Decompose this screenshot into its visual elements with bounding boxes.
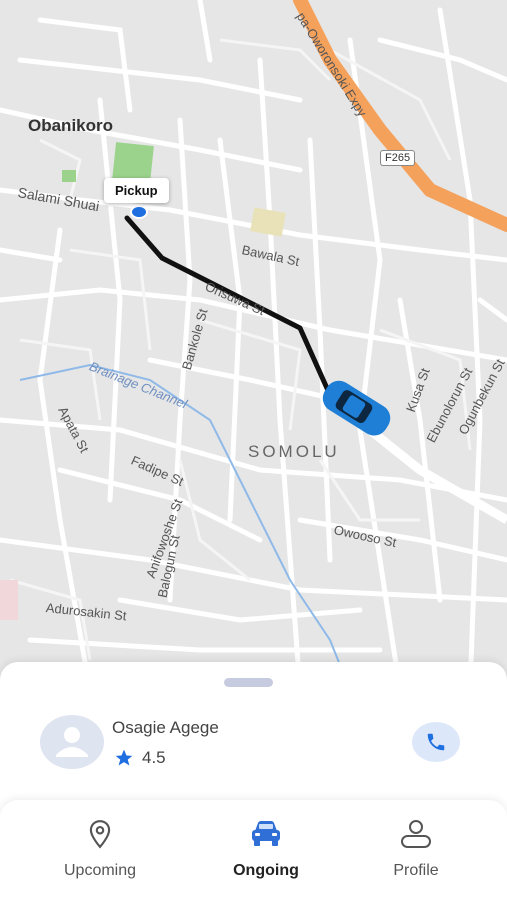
area-label-somolu: SOMOLU: [248, 442, 340, 461]
call-button[interactable]: [412, 722, 460, 762]
nav-label-profile: Profile: [393, 862, 439, 879]
nav-label-upcoming: Upcoming: [63, 862, 137, 879]
highway-badge: F265: [380, 150, 416, 166]
location-pin-icon: [89, 820, 111, 849]
nav-item-ongoing[interactable]: Ongoing: [196, 816, 336, 880]
nav-item-upcoming[interactable]: Upcoming: [30, 816, 170, 880]
map-view[interactable]: Obanikoro SOMOLU Pickup F265 pa-Oworonso…: [0, 0, 507, 690]
map-canvas: [0, 0, 507, 690]
user-icon: [401, 820, 431, 848]
star-icon: [115, 749, 133, 766]
area-label-obanikoro: Obanikoro: [28, 116, 114, 135]
nav-item-profile[interactable]: Profile: [346, 816, 486, 880]
user-avatar-icon: [40, 715, 104, 769]
pickup-marker-label[interactable]: Pickup: [104, 178, 169, 203]
bottom-nav: Upcoming Ongoing Profile: [0, 800, 507, 900]
nav-label-ongoing: Ongoing: [233, 862, 299, 879]
driver-name: Osagie Agege: [112, 718, 219, 737]
phone-icon: [427, 733, 445, 751]
car-icon: [252, 821, 280, 846]
drag-handle[interactable]: [224, 678, 273, 687]
driver-rating: 4.5: [142, 748, 166, 767]
